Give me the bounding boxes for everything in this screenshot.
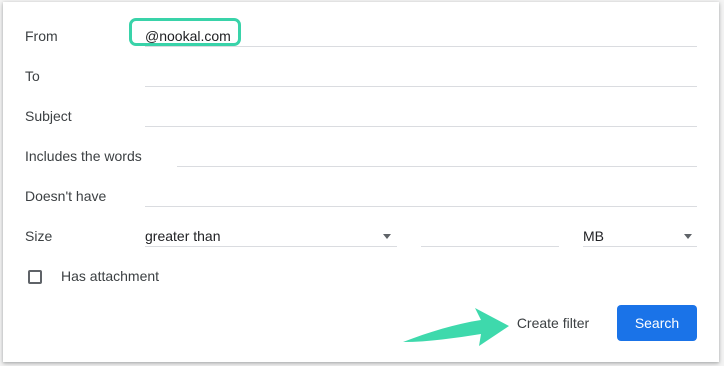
has-attachment-label: Has attachment	[61, 268, 160, 284]
subject-label: Subject	[25, 108, 72, 124]
dropdown-caret-icon[interactable]	[383, 234, 391, 239]
size-unit-select[interactable]: MB	[583, 226, 604, 246]
search-button[interactable]: Search	[617, 305, 697, 341]
size-amount-input[interactable]	[421, 246, 559, 247]
callout-arrow-icon	[403, 308, 509, 346]
from-input[interactable]: @nookal.com	[145, 26, 231, 46]
to-label: To	[25, 68, 40, 84]
dropdown-caret-icon[interactable]	[684, 234, 692, 239]
to-input[interactable]	[145, 86, 697, 87]
includes-label: Includes the words	[25, 148, 142, 164]
size-unit-underline	[583, 246, 697, 247]
doesnt-have-input[interactable]	[145, 206, 697, 207]
size-operator-select[interactable]: greater than	[145, 226, 221, 246]
search-filter-dialog: From @nookal.com To Subject Includes the…	[3, 2, 719, 362]
size-operator-underline	[145, 246, 397, 247]
create-filter-button[interactable]: Create filter	[503, 305, 603, 341]
subject-input[interactable]	[145, 126, 697, 127]
from-input-underline	[145, 46, 697, 47]
size-label: Size	[25, 228, 53, 244]
includes-input[interactable]	[177, 166, 697, 167]
has-attachment-checkbox[interactable]	[28, 270, 42, 284]
doesnt-have-label: Doesn't have	[25, 188, 107, 204]
from-label: From	[25, 28, 58, 44]
